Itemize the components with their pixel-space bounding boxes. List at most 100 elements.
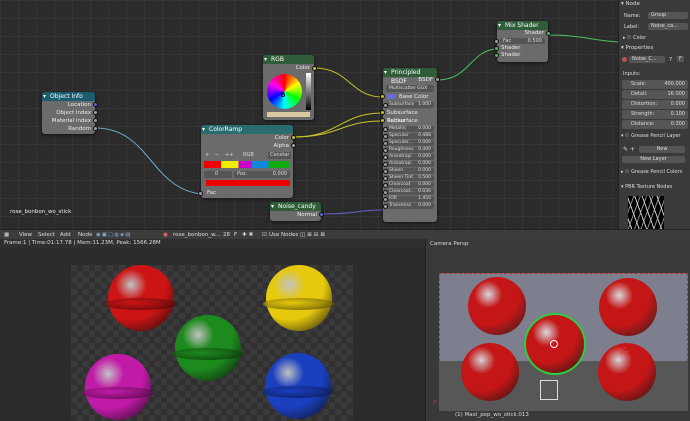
viewport-candy[interactable] bbox=[599, 278, 657, 336]
input-socket[interactable] bbox=[383, 169, 388, 174]
stop-index-field[interactable]: 0 bbox=[204, 171, 232, 178]
render-result-area[interactable] bbox=[0, 248, 425, 421]
principled-input-row[interactable]: Specular... 0.000 bbox=[383, 140, 434, 146]
node-title[interactable]: Principled BSDF bbox=[383, 68, 437, 85]
fake-user-button[interactable]: F bbox=[677, 56, 684, 62]
principled-input-row[interactable]: Specular 0.488 bbox=[383, 133, 434, 139]
ramp-bar[interactable] bbox=[204, 161, 290, 168]
principled-input-row[interactable]: Clearcoat... 0.030 bbox=[383, 189, 434, 195]
group-input-field[interactable]: Distortion: 0.000 bbox=[622, 100, 688, 109]
socket-random[interactable] bbox=[93, 126, 98, 131]
input-socket[interactable] bbox=[383, 141, 388, 146]
socket-bsdf[interactable] bbox=[435, 77, 440, 82]
group-input-field[interactable]: Distance: 0.300 bbox=[622, 120, 688, 129]
principled-input-row[interactable]: Transmiss 0.000 bbox=[383, 203, 434, 209]
principled-input-row[interactable]: Roughness 0.400 bbox=[383, 147, 434, 153]
add-icon[interactable]: + bbox=[630, 146, 635, 153]
socket-shader-out[interactable] bbox=[546, 31, 551, 36]
interpolation-select[interactable]: Constar bbox=[268, 152, 292, 159]
3d-viewport[interactable]: Camera Persp ↗ (1) Maxi_pop_wo_stick.013 bbox=[425, 239, 690, 421]
input-socket[interactable] bbox=[383, 134, 388, 139]
color-mode-select[interactable]: RGB bbox=[243, 152, 254, 159]
principled-input-row[interactable]: Anisotropi 0.000 bbox=[383, 154, 434, 160]
grease-pencil-colors-header[interactable]: ▸ Grease Pencil Colors bbox=[621, 169, 682, 175]
principled-input-row[interactable]: Sheen Tint 0.500 bbox=[383, 175, 434, 181]
properties-sidebar[interactable]: ▾ Node Name: Group Label: Noise_ca... ▸ … bbox=[618, 0, 690, 229]
principled-input-row[interactable]: IOR 1.450 bbox=[383, 196, 434, 202]
socket-alpha[interactable] bbox=[291, 143, 296, 148]
more-button[interactable]: ++ bbox=[225, 152, 233, 159]
socket-fac-in[interactable] bbox=[198, 191, 203, 196]
principled-input-row[interactable]: Subsurface Radius bbox=[380, 109, 437, 124]
pos-field[interactable]: Pos: 0.000 bbox=[234, 171, 290, 178]
color-toggle[interactable]: ▸ Color bbox=[623, 35, 646, 41]
name-field[interactable]: Group bbox=[648, 12, 688, 19]
socket-location[interactable] bbox=[93, 102, 98, 107]
3d-cursor-icon[interactable] bbox=[620, 347, 628, 355]
label-field[interactable]: Noise_ca... bbox=[648, 23, 688, 30]
group-input-field[interactable]: Strength: 0.100 bbox=[622, 110, 688, 119]
color-swatch[interactable] bbox=[387, 94, 396, 99]
input-socket[interactable] bbox=[383, 148, 388, 153]
input-socket[interactable] bbox=[383, 162, 388, 167]
principled-input-row[interactable]: Base Color bbox=[380, 93, 437, 101]
input-socket[interactable] bbox=[383, 103, 388, 108]
pbr-texture-nodes-header[interactable]: ▾ PBR Texture Nodes bbox=[621, 184, 672, 190]
input-socket[interactable] bbox=[380, 118, 385, 123]
remove-stop-button[interactable]: − bbox=[215, 152, 219, 159]
principled-input-row[interactable]: Sheen 0.000 bbox=[383, 168, 434, 174]
pbr-texture-preview[interactable] bbox=[628, 196, 664, 229]
socket-shader-in-2[interactable] bbox=[494, 53, 499, 58]
node-title[interactable]: Mix Shader bbox=[497, 21, 548, 30]
object-info-node[interactable]: Object Info Location Object Index Materi… bbox=[42, 92, 98, 134]
input-socket[interactable] bbox=[380, 94, 385, 99]
socket-fac[interactable] bbox=[494, 39, 499, 44]
node-title[interactable]: Object Info bbox=[42, 92, 95, 101]
input-socket[interactable] bbox=[380, 110, 385, 115]
colorramp-node[interactable]: ColorRamp Color Alpha + − ++ RGB Constar… bbox=[198, 125, 296, 198]
socket-material-index[interactable] bbox=[93, 118, 98, 123]
value-slider[interactable] bbox=[306, 73, 311, 110]
stop-color-swatch[interactable] bbox=[206, 180, 290, 186]
input-socket[interactable] bbox=[383, 197, 388, 202]
properties-header[interactable]: ▾ Properties bbox=[621, 45, 653, 51]
node-editor[interactable]: Object Info Location Object Index Materi… bbox=[0, 0, 618, 229]
node-section-header[interactable]: ▾ Node bbox=[621, 1, 640, 7]
color-wheel-cursor[interactable] bbox=[281, 93, 285, 97]
color-wheel[interactable] bbox=[267, 74, 302, 109]
input-socket[interactable] bbox=[383, 176, 388, 181]
node-title[interactable]: Noise_candy bbox=[270, 202, 321, 211]
input-socket[interactable] bbox=[383, 190, 388, 195]
gp-new-layer-button[interactable]: New Layer bbox=[622, 156, 685, 163]
group-users[interactable]: 7 bbox=[669, 57, 672, 63]
socket-object-index[interactable] bbox=[93, 110, 98, 115]
group-input-field[interactable]: Detail: 16.000 bbox=[622, 90, 688, 99]
input-socket[interactable] bbox=[383, 155, 388, 160]
viewport-candy[interactable] bbox=[461, 343, 519, 401]
group-datablock-field[interactable]: Noise_C... bbox=[629, 56, 665, 63]
socket-shader-in-1[interactable] bbox=[494, 46, 499, 51]
camera-object[interactable] bbox=[540, 380, 558, 400]
principled-input-row[interactable]: Clearcoat 0.000 bbox=[383, 182, 434, 188]
noise-candy-node[interactable]: Noise_candy Normal bbox=[270, 202, 324, 221]
color-swatch[interactable] bbox=[267, 112, 310, 117]
grease-pencil-layer-header[interactable]: ▾ Grease Pencil Layer bbox=[621, 133, 680, 139]
input-socket[interactable] bbox=[383, 127, 388, 132]
socket-color[interactable] bbox=[312, 66, 317, 71]
principled-bsdf-node[interactable]: Principled BSDF BSDF Multiscatter GGX Ba… bbox=[380, 68, 440, 222]
node-title[interactable]: ColorRamp bbox=[201, 125, 293, 134]
group-input-field[interactable]: Scale: 400.000 bbox=[622, 80, 688, 89]
object-origin-icon[interactable] bbox=[550, 340, 558, 348]
gp-new-button[interactable]: New bbox=[639, 146, 685, 153]
fac-field[interactable]: Fac 0.500 bbox=[500, 38, 545, 44]
socket-color[interactable] bbox=[291, 135, 296, 140]
mix-shader-node[interactable]: Mix Shader Shader Fac0.500 Shader Shader bbox=[494, 21, 551, 62]
viewport-candy[interactable] bbox=[468, 277, 526, 335]
add-stop-button[interactable]: + bbox=[205, 152, 209, 159]
rgb-node[interactable]: RGB Color bbox=[263, 55, 317, 120]
input-socket[interactable] bbox=[383, 204, 388, 209]
principled-input-row[interactable]: Anisotropi 0.000 bbox=[383, 161, 434, 167]
distribution-select[interactable]: Multiscatter GGX bbox=[386, 85, 434, 92]
node-title[interactable]: RGB bbox=[263, 55, 314, 64]
socket-normal[interactable] bbox=[319, 212, 324, 217]
